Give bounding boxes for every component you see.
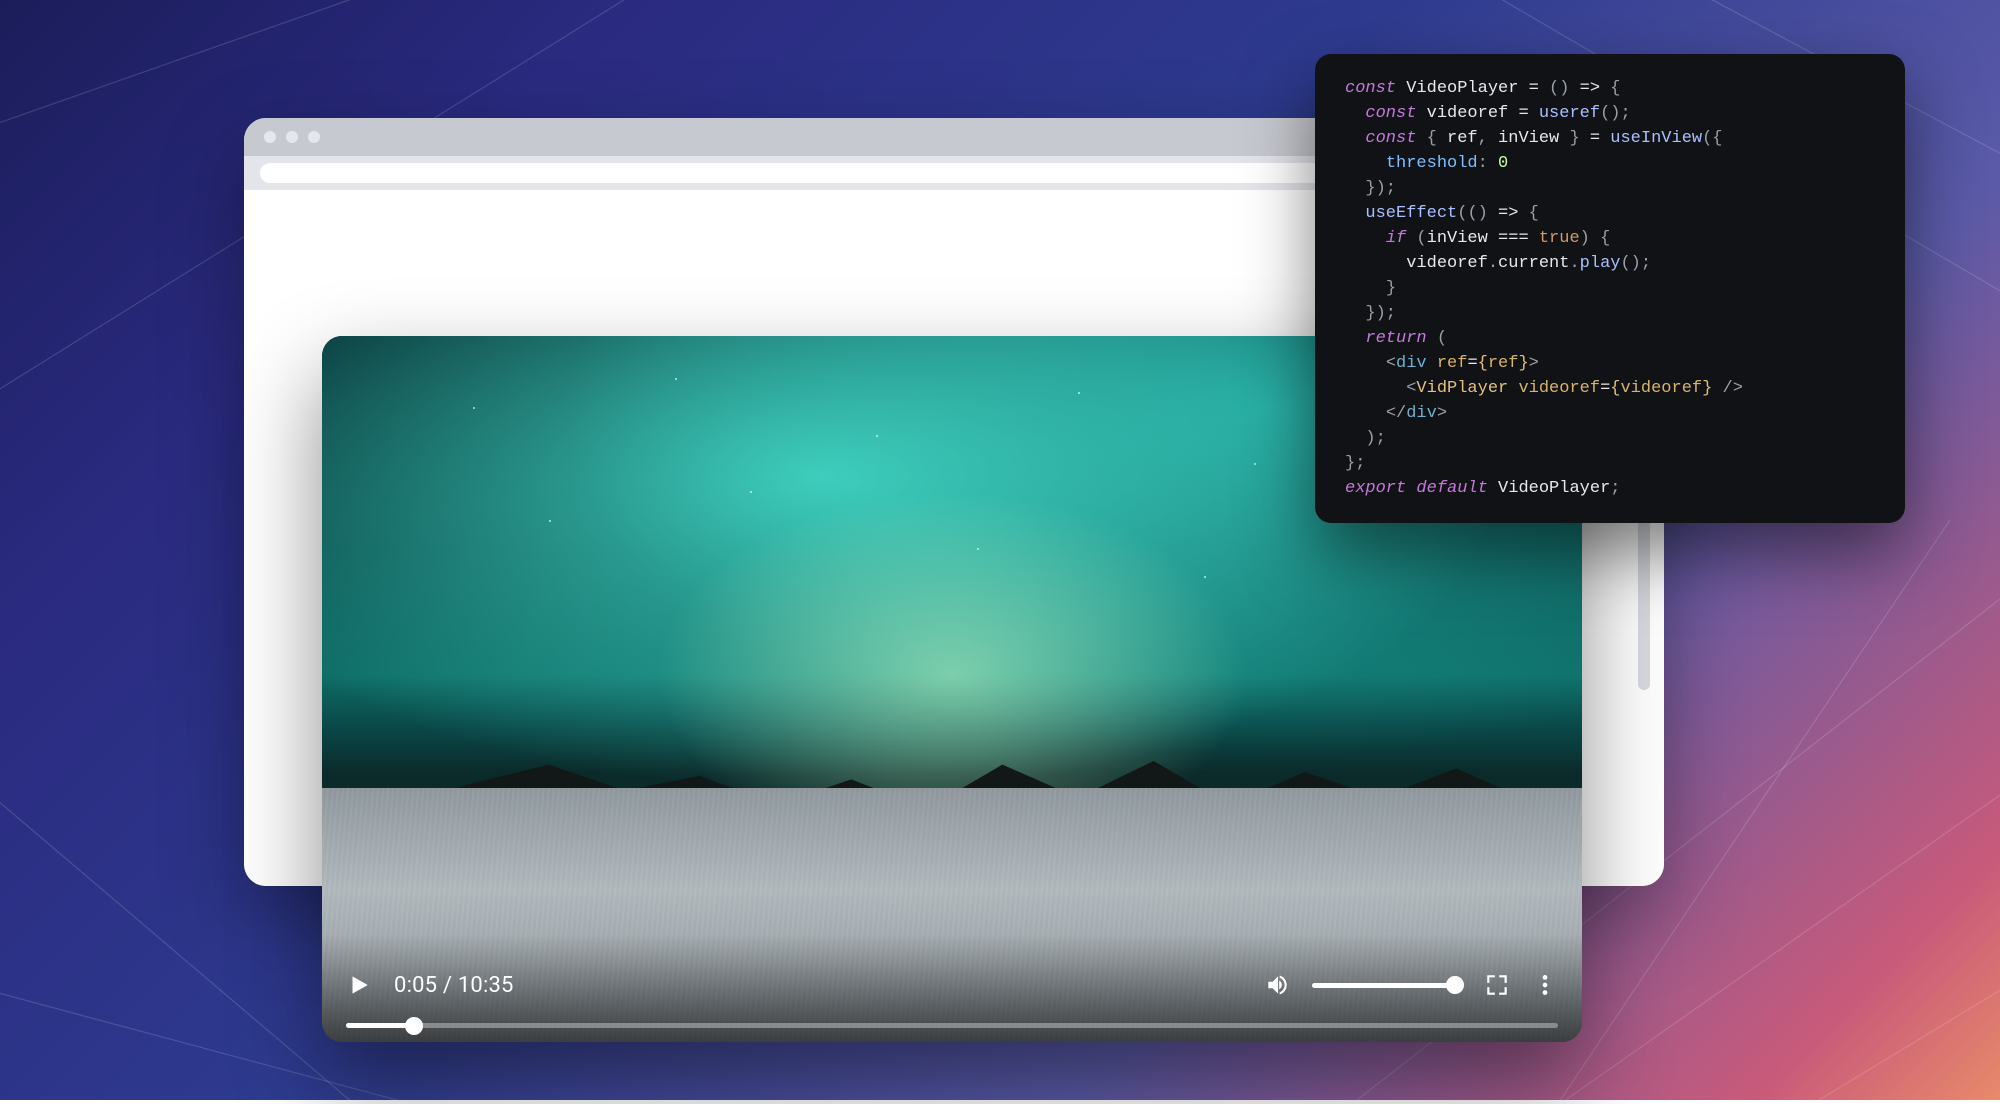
time-separator: /	[437, 973, 458, 998]
video-controls: 0:05 / 10:35	[322, 934, 1582, 1042]
volume-icon[interactable]	[1264, 972, 1290, 998]
play-icon[interactable]	[346, 972, 372, 998]
traffic-light-minimize[interactable]	[286, 131, 298, 143]
fullscreen-icon[interactable]	[1484, 972, 1510, 998]
stage: 0:05 / 10:35	[0, 0, 2000, 1100]
time-current: 0:05	[394, 973, 437, 998]
progress-bar[interactable]	[346, 1023, 1558, 1028]
traffic-light-zoom[interactable]	[308, 131, 320, 143]
time-display: 0:05 / 10:35	[394, 973, 514, 998]
progress-thumb[interactable]	[405, 1017, 423, 1035]
volume-slider[interactable]	[1312, 983, 1462, 988]
traffic-light-close[interactable]	[264, 131, 276, 143]
volume-thumb[interactable]	[1446, 976, 1464, 994]
code-block: const VideoPlayer = () => { const videor…	[1345, 76, 1877, 501]
progress-played	[346, 1023, 414, 1028]
time-total: 10:35	[458, 973, 514, 998]
code-panel: const VideoPlayer = () => { const videor…	[1315, 54, 1905, 523]
more-icon[interactable]	[1532, 972, 1558, 998]
